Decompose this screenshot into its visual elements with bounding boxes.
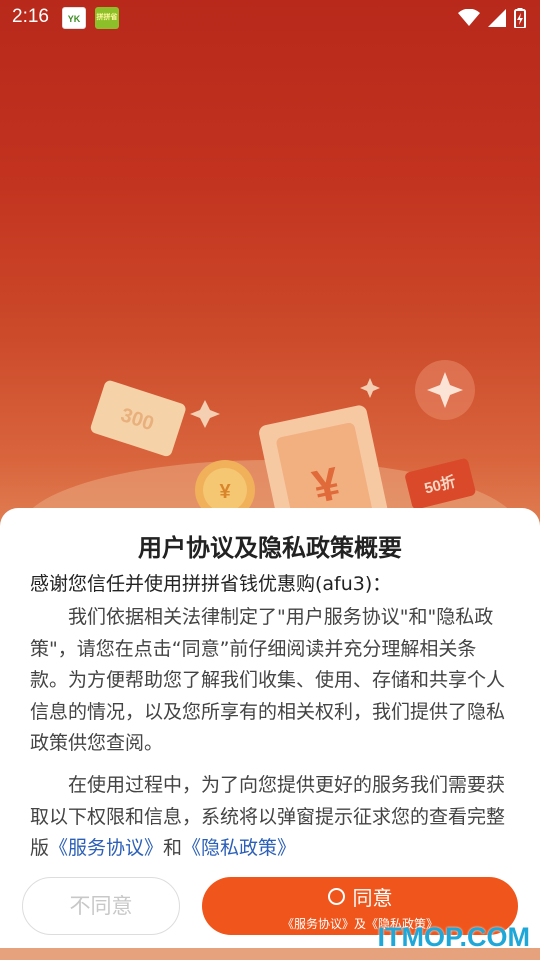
green-app-icon: 拼拼省钱 [95,7,119,29]
dialog-paragraph-1: 我们依据相关法律制定了"用户服务协议"和"隐私政策"，请您在点击“同意”前仔细阅… [30,606,506,754]
and-text: 和 [163,837,183,859]
dialog-title: 用户协议及隐私政策概要 [138,534,402,562]
dialog-paragraph-2: 在使用过程中，为了向您提供更好的服务我们需要获取以下权限和信息，系统将以弹窗提示… [30,770,514,865]
agree-button-main: 同意 [202,882,518,911]
status-time: 2:16 [12,6,49,27]
coin-yuan-text: ¥ [219,481,231,503]
privacy-dialog: 用户协议及隐私政策概要 感谢您信任并使用拼拼省钱优惠购(afu3)： 我们依据相… [0,508,540,948]
disagree-button[interactable]: 不同意 [22,877,180,935]
status-bar: 2:16 YK 拼拼省钱 [0,0,540,36]
signal-icon [488,9,506,27]
status-indicators [458,8,526,28]
yk-app-icon: YK [62,7,86,29]
radio-circle-icon [327,888,345,905]
battery-icon [514,8,526,28]
agree-label: 同意 [352,886,393,910]
service-agreement-link[interactable]: 《服务协议》 [49,837,163,859]
wifi-icon [458,9,480,26]
coupon-300-graphic: 300 [90,380,186,457]
promo-illustration: 300 ¥ ¥ 50折 [20,360,520,530]
watermark-text: ITMOP.COM [377,922,530,952]
privacy-policy-link[interactable]: 《隐私政策》 [182,837,296,859]
dialog-intro: 感谢您信任并使用拼拼省钱优惠购(afu3)： [30,573,392,595]
